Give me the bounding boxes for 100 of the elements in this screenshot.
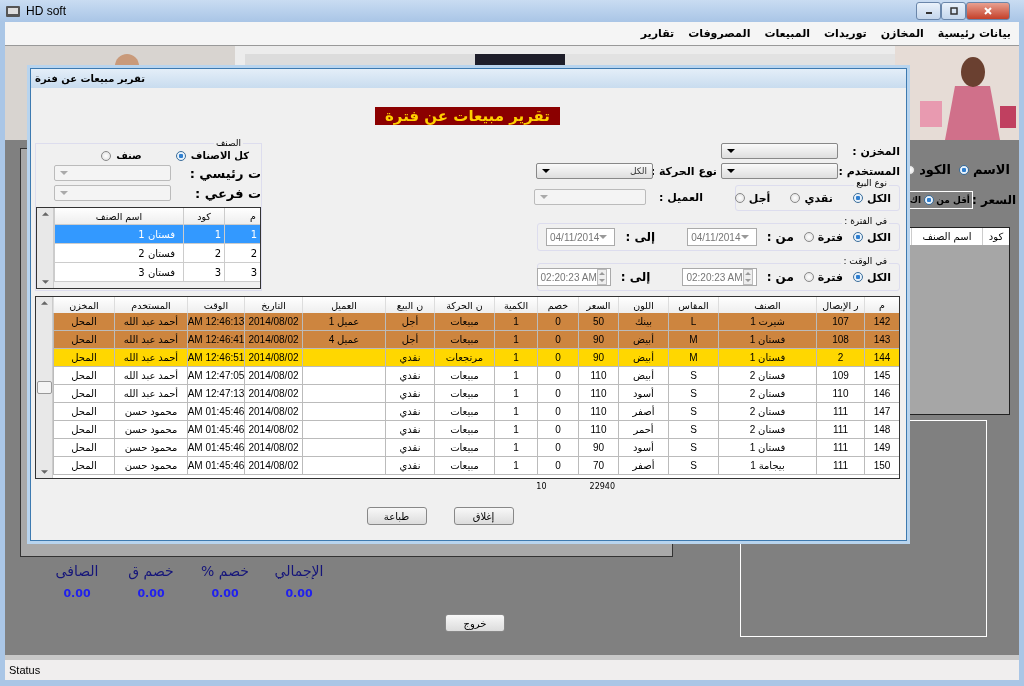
exit-button[interactable]: خروج <box>445 614 505 632</box>
menu-item[interactable]: توريدات <box>824 27 867 40</box>
down-arrow-icon <box>40 470 48 474</box>
main-category-dropdown[interactable] <box>54 165 171 181</box>
table-cell: فستان 2 <box>54 244 183 263</box>
option-label: نقدي <box>804 191 833 205</box>
user-dropdown[interactable] <box>721 163 838 179</box>
total-quantity: 10 <box>536 481 547 491</box>
field-label: المخزن : <box>851 144 900 158</box>
caret-icon <box>599 235 608 239</box>
total-label: خصم % <box>201 563 249 579</box>
movement-dropdown[interactable]: الكل <box>536 163 653 179</box>
caret-icon <box>540 195 548 199</box>
scrollbar[interactable] <box>37 208 54 288</box>
field-label: من : <box>766 230 794 244</box>
table-cell: 1 <box>183 225 224 244</box>
price-label: السعر : <box>971 193 1016 207</box>
table-cell: 150 <box>864 457 899 475</box>
option-label: كل الاصناف <box>190 150 249 161</box>
radio-button[interactable] <box>924 195 935 205</box>
option-label: أقل من <box>936 195 970 205</box>
total-value: 0.00 <box>63 587 91 600</box>
table-cell: 70 <box>578 457 618 475</box>
table-cell: مبيعات <box>434 457 494 475</box>
maximize-button[interactable] <box>941 2 966 20</box>
scrollbar[interactable] <box>36 297 53 478</box>
table-cell: 111 <box>816 457 864 475</box>
table-cell: فستان 3 <box>54 263 183 282</box>
radio-button[interactable] <box>790 193 801 203</box>
group-legend: في الوقت : <box>841 256 889 266</box>
menu-item[interactable]: المصروفات <box>688 27 751 40</box>
down-arrow-icon <box>41 280 49 284</box>
total-value: 0.00 <box>285 587 313 600</box>
option-label: أجل <box>748 191 771 205</box>
radio-button[interactable] <box>175 150 186 161</box>
field-label: ت رئيسي : <box>188 165 261 181</box>
table-cell: نقدي <box>385 457 434 475</box>
menu-item[interactable]: تقارير <box>640 27 675 40</box>
up-arrow-icon <box>41 212 49 216</box>
menu-item[interactable]: المبيعات <box>764 27 811 40</box>
radio-button[interactable] <box>734 193 745 203</box>
menu-item[interactable]: بيانات رئيسية <box>937 27 1011 40</box>
table-cell: 2014/08/02 <box>244 457 302 475</box>
window-title: HD soft <box>26 4 66 18</box>
option-label: الكود <box>919 162 951 177</box>
spinner-icon <box>742 269 753 285</box>
caret-icon <box>60 171 68 175</box>
table-cell: 1 <box>224 225 260 244</box>
caret-icon <box>727 149 735 153</box>
caret-icon <box>727 169 735 173</box>
option-label: الكل <box>866 230 891 244</box>
table-cell: 0 <box>537 457 578 475</box>
status-text: Status <box>9 664 41 676</box>
table-cell: AM 01:45:46 <box>187 457 244 475</box>
radio-button[interactable] <box>958 164 969 175</box>
minimize-button[interactable] <box>916 2 941 20</box>
table-cell: S <box>668 457 718 475</box>
column-header[interactable]: كود <box>183 208 224 225</box>
column-header[interactable]: م <box>224 208 260 225</box>
report-heading: تقرير مبيعات عن فترة <box>375 107 560 125</box>
spinner-icon <box>596 269 607 285</box>
field-label: ت فرعي : <box>194 185 261 201</box>
option-label: صنف <box>116 150 142 161</box>
total-value: 0.00 <box>137 587 165 600</box>
radio-button[interactable] <box>101 150 112 161</box>
group-legend: نوع البيع <box>854 178 889 188</box>
up-arrow-icon <box>40 301 48 305</box>
total-label: خصم ق <box>128 563 174 579</box>
table-cell: فستان 1 <box>54 225 183 244</box>
total-label: الصافى <box>55 563 99 579</box>
field-label: إلى : <box>620 270 651 284</box>
radio-button[interactable] <box>852 193 863 203</box>
scroll-thumb[interactable] <box>36 381 52 394</box>
column-header[interactable]: اسم الصنف <box>911 228 982 245</box>
sub-category-dropdown[interactable] <box>54 185 171 201</box>
option-label: فترة <box>817 230 843 244</box>
option-label: اك <box>909 195 922 205</box>
menu-item[interactable]: المخازن <box>880 27 924 40</box>
app-icon <box>5 3 21 19</box>
table-cell: 3 <box>183 263 224 282</box>
table-cell: بيجامة 1 <box>718 457 816 475</box>
close-button[interactable]: إغلاق <box>453 507 514 525</box>
option-label: الكل <box>866 191 891 205</box>
table-cell: 2 <box>224 244 260 263</box>
group-legend: في الفترة : <box>842 216 889 226</box>
table-cell: أصفر <box>618 457 668 475</box>
store-dropdown[interactable] <box>721 143 838 159</box>
column-header[interactable]: كود <box>982 228 1009 245</box>
print-button[interactable]: طباعة <box>366 507 427 525</box>
maximize-icon <box>948 6 959 16</box>
close-button[interactable] <box>966 2 1010 20</box>
option-label: فترة <box>817 270 843 284</box>
table-cell: 1 <box>494 457 537 475</box>
option-label: الاسم <box>972 162 1010 177</box>
field-label: إلى : <box>625 230 656 244</box>
table-cell: 3 <box>224 263 260 282</box>
column-header[interactable]: اسم الصنف <box>54 208 183 225</box>
total-value: 0.00 <box>211 587 239 600</box>
group-legend: الصنف <box>214 138 244 148</box>
table-cell: 2 <box>183 244 224 263</box>
